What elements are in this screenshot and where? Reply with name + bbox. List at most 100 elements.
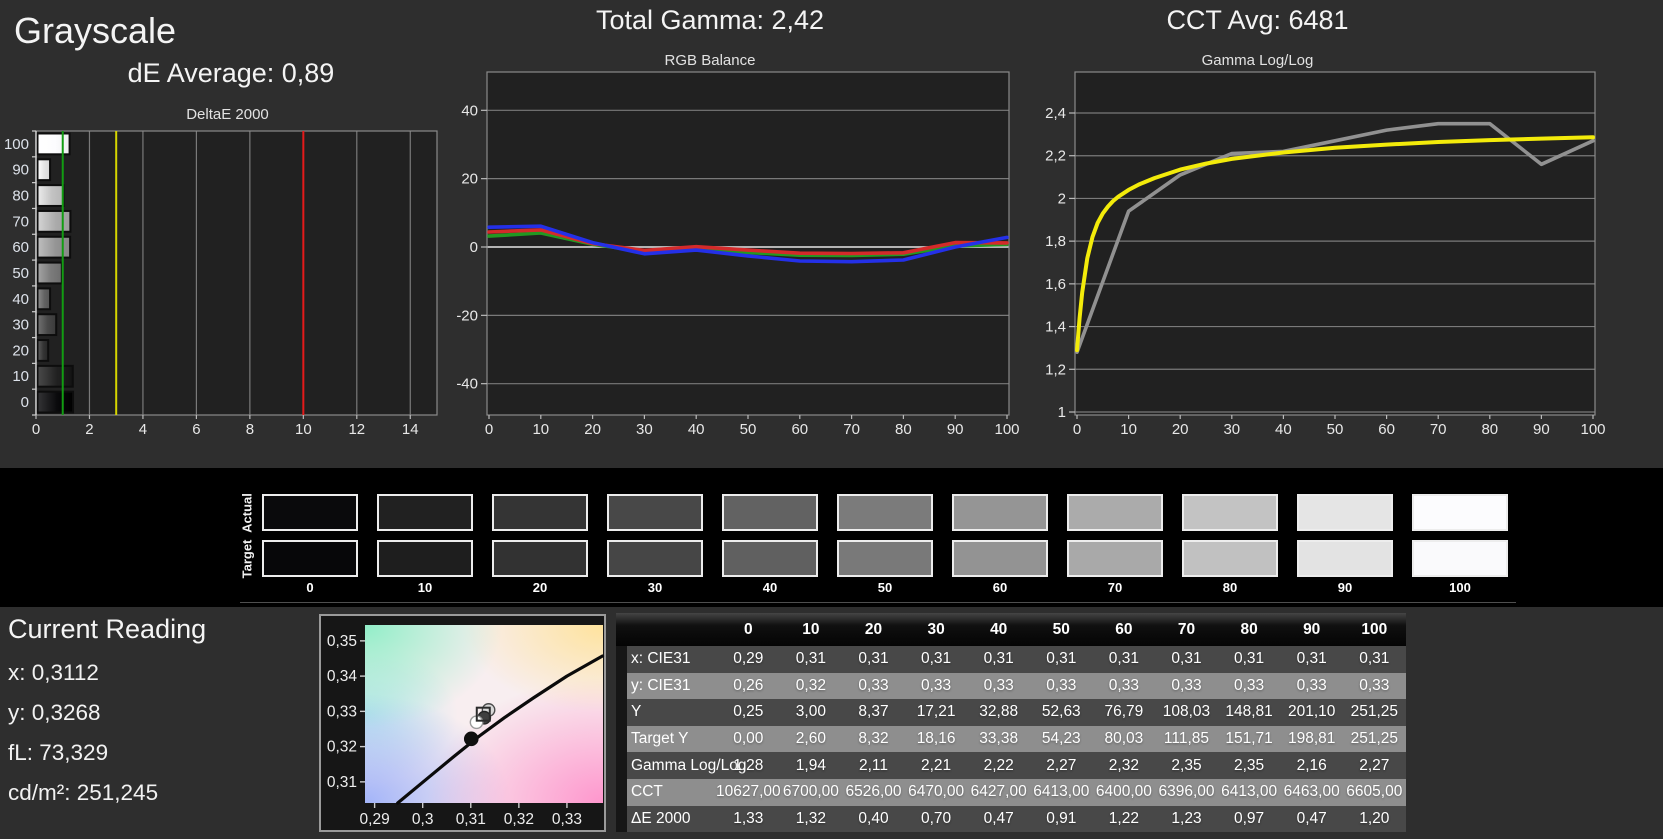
x-tick-label: 40 [1275,421,1292,438]
swatch-level-label: 10 [417,580,433,595]
table-cell: 0,33 [1296,676,1327,694]
table-cell: 6700,00 [782,783,839,801]
table-row: Gamma Log/Log 1,28 1,94 2,11 2,21 2,22 2,27 2,3… [616,752,1406,779]
table-row: CCT 10627,00 6700,00 6526,00 6470,00 6427,00 6… [616,779,1406,806]
cie-gradient-plot [365,625,603,803]
table-cell: 33,38 [979,730,1019,748]
target-swatch-10 [377,540,473,577]
actual-swatch-0 [262,494,358,531]
table-row-label: x: CIE31 [631,650,691,668]
deltae-bar-80 [36,184,65,207]
table-cell: 0,29 [733,650,764,668]
table-cell: 151,71 [1225,730,1273,748]
table-row-label: Target Y [631,730,689,748]
table-cell: 2,21 [921,756,952,774]
x-tick-label: 10 [295,421,312,438]
table-column-header: 0 [743,621,753,638]
y-tick-label: 0 [470,239,478,256]
table-cell: 0,47 [983,809,1014,827]
x-tick-label: 0 [32,421,40,438]
table-cell: 2,32 [1108,756,1139,774]
target-swatch-50 [837,540,933,577]
x-tick-label: 60 [791,421,808,438]
total-gamma-readout: Total Gamma: 2,42 [595,5,825,35]
x-tick-label: 50 [740,421,757,438]
x-tick-label: 8 [246,421,254,438]
table-row-gutter [616,725,627,753]
table-cell: 0,47 [1296,809,1327,827]
x-tick-label: 100 [994,421,1019,438]
table-cell: 108,03 [1162,703,1211,721]
x-tick-label: 30 [636,421,653,438]
table-cell: 2,11 [858,756,888,774]
table-row-gutter [616,672,627,700]
target-swatch-70 [1067,540,1163,577]
table-cell: 0,31 [921,650,952,668]
x-tick-label: 20 [584,421,601,438]
deltae-bar-30 [36,313,58,337]
target-swatch-40 [722,540,818,577]
y-tick-label: 1 [1058,404,1066,421]
table-row: Y 0,25 3,00 8,37 17,21 32,88 52,63 76,79 108,03 1… [616,699,1406,726]
table-cell: 2,27 [1359,756,1390,774]
page-title: Grayscale [14,10,177,51]
actual-swatch-60 [952,494,1048,531]
target-swatch-60 [952,540,1048,577]
target-swatch-90 [1297,540,1393,577]
category-label: 0 [21,394,29,411]
table-cell: 32,88 [979,703,1019,721]
table-cell: 0,70 [921,809,952,827]
y-tick-label: 1,6 [1045,276,1066,293]
table-column-header: 100 [1361,621,1388,638]
table-cell: 1,94 [795,756,826,774]
table-row-label: ΔE 2000 [631,809,691,827]
table-cell: 201,10 [1287,703,1336,721]
table-cell: 0,31 [1046,650,1077,668]
table-cell: 0,32 [795,676,826,694]
x-tick-label: 10 [1120,421,1137,438]
table-cell: 1,23 [1171,809,1202,827]
de-average-readout: dE Average: 0,89 [127,58,335,88]
rgb-balance-chart: 40 20 0 -20 -40 0 10 20 30 40 50 60 70 80 90 100 [456,71,1020,438]
y-tick-label: 1,8 [1045,233,1066,250]
swatch-level-label: 30 [647,580,663,595]
table-header-row: 0 10 20 30 40 50 60 70 80 90 100 [616,613,1406,646]
table-cell: 0,00 [733,730,764,748]
y-tick-label: 20 [461,171,478,188]
table-cell: 54,23 [1041,730,1081,748]
target-swatch-80 [1182,540,1278,577]
target-swatch-100 [1412,540,1508,577]
table-cell: 1,32 [795,809,826,827]
cct-average-readout: CCT Avg: 6481 [1166,5,1349,35]
table-cell: 0,31 [858,650,889,668]
table-cell: 198,81 [1287,730,1336,748]
category-label: 30 [12,317,29,334]
swatch-underline [240,602,1516,603]
table-cell: 0,31 [1359,650,1390,668]
reading-fl-value: fL: 73,329 [8,740,109,765]
table-cell: 0,33 [1171,676,1202,694]
table-cell: 111,85 [1163,730,1210,748]
x-tick-label: 20 [1172,421,1189,438]
swatch-level-label: 60 [992,580,1008,595]
table-cell: 0,31 [795,650,826,668]
y-tick-label: 1,2 [1045,361,1066,378]
table-cell: 0,91 [1046,809,1077,827]
table-cell: 0,31 [983,650,1014,668]
actual-swatch-30 [607,494,703,531]
x-tick-label: 100 [1580,421,1605,438]
category-label: 100 [4,136,29,153]
table-cell: 6400,00 [1095,783,1152,801]
table-cell: 80,03 [1104,730,1144,748]
table-row-label: Y [631,703,642,721]
deltae-bar-0 [36,390,75,414]
reading-x-value: x: 0,3112 [8,660,99,685]
table-cell: 251,25 [1350,730,1398,748]
table-cell: 0,31 [1296,650,1327,668]
plot-area [1075,72,1595,415]
deltae-bar-70 [36,209,72,233]
table-column-header: 40 [990,621,1008,638]
table-cell: 2,27 [1046,756,1077,774]
actual-swatch-90 [1297,494,1393,531]
table-cell: 18,16 [916,730,956,748]
